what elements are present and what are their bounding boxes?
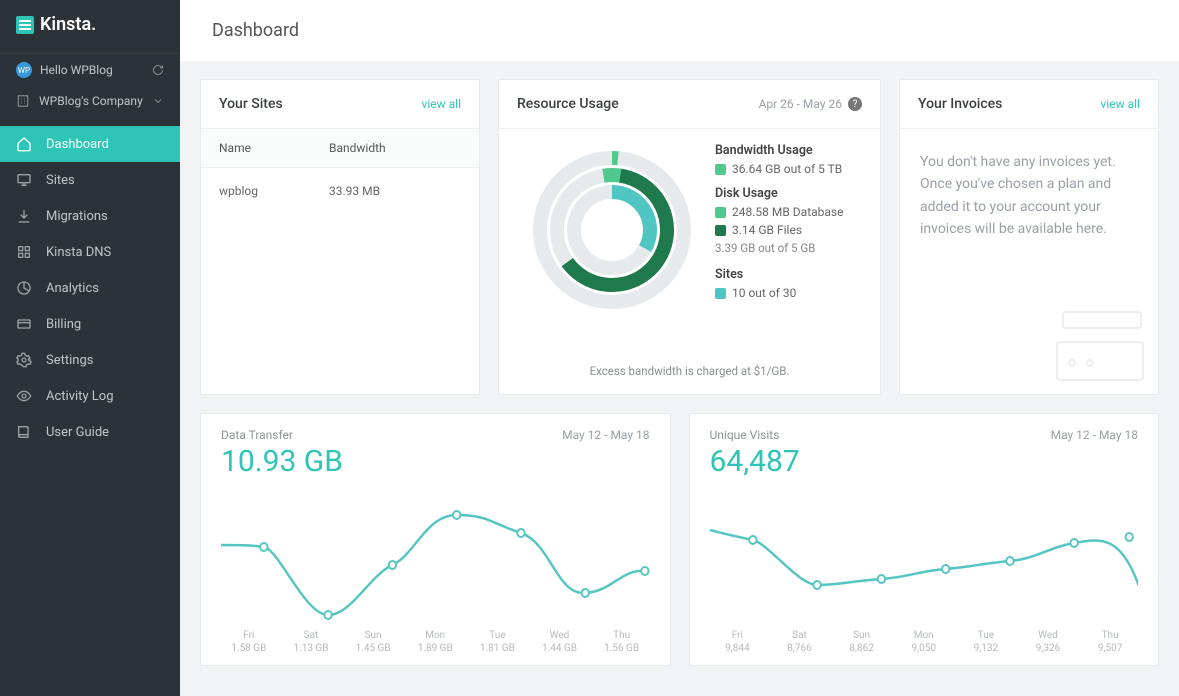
nav-label: Sites <box>46 173 75 188</box>
invoices-view-all-link[interactable]: view all <box>1101 97 1140 111</box>
col-bandwidth: Bandwidth <box>329 141 386 155</box>
invoices-title: Your Invoices <box>918 96 1002 112</box>
nav-label: Activity Log <box>46 389 114 404</box>
disk-usage-label: Disk Usage <box>715 186 862 201</box>
site-name: wpblog <box>219 184 329 198</box>
brand-name: Kinsta. <box>40 14 96 35</box>
pie-chart-icon <box>16 280 32 296</box>
gear-icon <box>16 352 32 368</box>
swatch-sites-icon <box>715 288 726 299</box>
sites-value: 10 out of 30 <box>732 286 796 300</box>
invoice-placeholder-icon <box>1056 311 1146 381</box>
nav-billing[interactable]: Billing <box>0 306 180 342</box>
brand-mark-icon <box>16 16 34 34</box>
user-greeting-row[interactable]: WP Hello WPBlog <box>0 54 180 86</box>
nav-user-guide[interactable]: User Guide <box>0 414 180 450</box>
nav-label: Billing <box>46 317 81 332</box>
company-name: WPBlog's Company <box>39 94 143 108</box>
data-transfer-title: Data Transfer <box>221 428 343 442</box>
your-invoices-card: Your Invoices view all You don't have an… <box>899 79 1159 395</box>
invoices-empty-text: You don't have any invoices yet. Once yo… <box>920 151 1138 241</box>
main: Dashboard Your Sites view all Name Bandw… <box>180 0 1179 696</box>
sites-label: Sites <box>715 267 862 282</box>
resource-usage-title: Resource Usage <box>517 96 619 112</box>
nav-label: Migrations <box>46 209 108 224</box>
bandwidth-usage-label: Bandwidth Usage <box>715 143 862 158</box>
your-sites-view-all-link[interactable]: view all <box>422 97 461 111</box>
nav-label: Kinsta DNS <box>46 245 111 260</box>
swatch-database-icon <box>715 207 726 218</box>
bandwidth-usage-value: 36.64 GB out of 5 TB <box>732 162 842 176</box>
grid-icon <box>16 244 32 260</box>
disk-database-value: 248.58 MB Database <box>732 205 843 219</box>
swatch-files-icon <box>715 225 726 236</box>
unique-visits-total: 64,487 <box>710 444 800 479</box>
chevron-down-icon <box>152 95 164 107</box>
data-transfer-xlabels: Fri1.58 GB Sat1.13 GB Sun1.45 GB Mon1.89… <box>221 629 650 655</box>
credit-card-icon <box>16 316 32 332</box>
user-greeting: Hello WPBlog <box>40 63 113 77</box>
home-icon <box>16 136 32 152</box>
data-transfer-total: 10.93 GB <box>221 444 343 479</box>
resource-usage-card: Resource Usage Apr 26 - May 26 ? <box>498 79 881 395</box>
your-sites-card: Your Sites view all Name Bandwidth wpblo… <box>200 79 480 395</box>
nav-sites[interactable]: Sites <box>0 162 180 198</box>
help-icon[interactable]: ? <box>848 97 862 111</box>
nav-dashboard[interactable]: Dashboard <box>0 126 180 162</box>
unique-visits-xlabels: Fri9,844 Sat8,766 Sun8,862 Mon9,050 Tue9… <box>710 629 1139 655</box>
nav-label: Settings <box>46 353 93 368</box>
brand-logo[interactable]: Kinsta. <box>0 0 180 53</box>
nav-migrations[interactable]: Migrations <box>0 198 180 234</box>
download-icon <box>16 208 32 224</box>
monitor-icon <box>16 172 32 188</box>
sidebar: Kinsta. WP Hello WPBlog WPBlog's Company… <box>0 0 180 696</box>
data-transfer-chart <box>221 485 650 625</box>
avatar-icon: WP <box>16 62 32 78</box>
nav-label: Analytics <box>46 281 99 296</box>
data-transfer-card: Data Transfer 10.93 GB May 12 - May 18 F… <box>200 413 671 666</box>
building-icon <box>16 94 30 108</box>
nav-analytics[interactable]: Analytics <box>0 270 180 306</box>
refresh-icon <box>152 64 164 76</box>
nav-settings[interactable]: Settings <box>0 342 180 378</box>
swatch-bandwidth-icon <box>715 164 726 175</box>
disk-files-value: 3.14 GB Files <box>732 223 802 237</box>
excess-bandwidth-note: Excess bandwidth is charged at $1/GB. <box>499 354 880 394</box>
unique-visits-title: Unique Visits <box>710 428 800 442</box>
eye-icon <box>16 388 32 404</box>
disk-total-value: 3.39 GB out of 5 GB <box>715 241 862 255</box>
nav-kinsta-dns[interactable]: Kinsta DNS <box>0 234 180 270</box>
unique-visits-chart <box>710 485 1139 625</box>
book-icon <box>16 424 32 440</box>
unique-visits-range: May 12 - May 18 <box>1051 428 1138 442</box>
nav: Dashboard Sites Migrations Kinsta DNS An… <box>0 126 180 450</box>
page-title: Dashboard <box>212 20 299 41</box>
nav-label: User Guide <box>46 425 109 440</box>
topbar: Dashboard <box>180 0 1179 61</box>
your-sites-title: Your Sites <box>219 96 283 112</box>
data-transfer-range: May 12 - May 18 <box>562 428 649 442</box>
your-sites-header-row: Name Bandwidth <box>201 129 479 168</box>
company-selector[interactable]: WPBlog's Company <box>0 86 180 116</box>
site-bandwidth: 33.93 MB <box>329 184 380 198</box>
nav-activity-log[interactable]: Activity Log <box>0 378 180 414</box>
unique-visits-card: Unique Visits 64,487 May 12 - May 18 Fri… <box>689 413 1160 666</box>
usage-donut-chart <box>517 139 707 315</box>
site-row[interactable]: wpblog 33.93 MB <box>201 168 479 214</box>
resource-usage-range: Apr 26 - May 26 <box>759 97 842 111</box>
col-name: Name <box>219 141 329 155</box>
nav-label: Dashboard <box>46 137 109 152</box>
